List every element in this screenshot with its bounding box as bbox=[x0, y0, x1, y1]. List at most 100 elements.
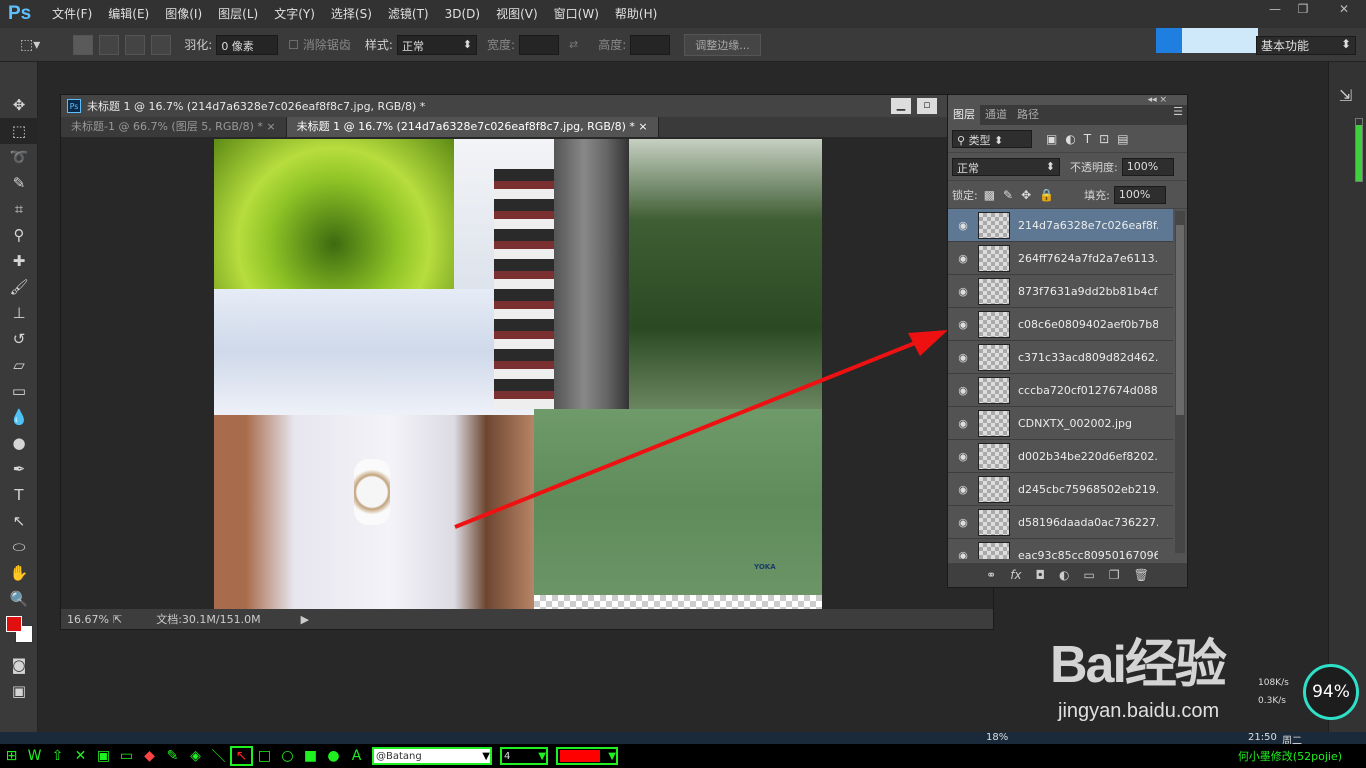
marquee-preset-icon[interactable]: ⬚▾ bbox=[20, 37, 40, 53]
filled-rect-icon[interactable]: ■ bbox=[299, 748, 322, 764]
eyedropper-tool-icon[interactable]: ⚲ bbox=[0, 222, 38, 248]
opacity-input[interactable]: 100% bbox=[1121, 157, 1174, 176]
layer-item[interactable]: ◉ d245cbc75968502eb219... bbox=[948, 473, 1173, 506]
menu-image[interactable]: 图像(I) bbox=[157, 0, 210, 28]
tab-layers[interactable]: 图层 bbox=[948, 105, 980, 125]
brush-tool-icon[interactable]: 🖌 bbox=[0, 274, 38, 300]
export-icon[interactable]: ⇱ bbox=[113, 613, 122, 626]
pencil-icon[interactable]: ✎ bbox=[161, 748, 184, 764]
font-select[interactable]: @Batang ▼ bbox=[372, 747, 492, 765]
eye-icon[interactable]: ◉ bbox=[948, 483, 978, 496]
style-select[interactable]: 正常 ⬍ bbox=[396, 34, 477, 55]
layer-item[interactable]: ◉ cccba720cf0127674d088... bbox=[948, 374, 1173, 407]
folder-icon[interactable]: ▭ bbox=[1084, 568, 1095, 582]
layer-item[interactable]: ◉ 214d7a6328e7c026eaf8f... bbox=[948, 209, 1173, 242]
arrow-icon[interactable]: ↖ bbox=[230, 746, 253, 766]
layer-item[interactable]: ◉ 873f7631a9dd2bb81b4cf... bbox=[948, 275, 1173, 308]
trash-icon[interactable]: 🗑 bbox=[1134, 568, 1149, 582]
word-icon[interactable]: W bbox=[23, 748, 46, 764]
canvas-image[interactable]: YOKA bbox=[214, 139, 822, 611]
menu-filter[interactable]: 滤镜(T) bbox=[380, 0, 437, 28]
line-icon[interactable]: ＼ bbox=[207, 746, 230, 766]
add-selection-icon[interactable] bbox=[99, 34, 120, 55]
open-icon[interactable]: ▭ bbox=[115, 748, 138, 764]
panel-menu-icon[interactable]: ☰ bbox=[1173, 105, 1187, 125]
healing-tool-icon[interactable]: ✚ bbox=[0, 248, 38, 274]
eye-icon[interactable]: ◉ bbox=[948, 384, 978, 397]
path-select-tool-icon[interactable]: ↖ bbox=[0, 508, 38, 534]
close-icon[interactable]: × bbox=[638, 120, 647, 133]
marquee-tool-icon[interactable]: ⬚ bbox=[0, 118, 38, 144]
blur-tool-icon[interactable]: 💧 bbox=[0, 404, 38, 430]
quick-select-tool-icon[interactable]: ✎ bbox=[0, 170, 38, 196]
new-icon[interactable]: ⊞ bbox=[0, 748, 23, 764]
layer-item[interactable]: ◉ c08c6e0809402aef0b7b8... bbox=[948, 308, 1173, 341]
eye-icon[interactable]: ◉ bbox=[948, 417, 978, 430]
crop-tool-icon[interactable]: ⌗ bbox=[0, 196, 38, 222]
swap-icon[interactable]: ⇄ bbox=[569, 38, 578, 51]
eye-icon[interactable]: ◉ bbox=[948, 318, 978, 331]
mask-icon[interactable]: ◘ bbox=[1036, 568, 1046, 582]
gradient-tool-icon[interactable]: ▭ bbox=[0, 378, 38, 404]
text-icon[interactable]: A bbox=[345, 748, 368, 764]
refine-edge-button[interactable]: 调整边缘... bbox=[684, 33, 761, 56]
close-icon[interactable]: ✕ bbox=[69, 748, 92, 764]
tab-document-1[interactable]: 未标题-1 @ 66.7% (图层 5, RGB/8) * × bbox=[61, 117, 287, 137]
eye-icon[interactable]: ◉ bbox=[948, 285, 978, 298]
layer-item[interactable]: ◉ d002b34be220d6ef8202... bbox=[948, 440, 1173, 473]
color-select[interactable]: ▼ bbox=[556, 747, 618, 765]
menu-view[interactable]: 视图(V) bbox=[488, 0, 546, 28]
ellipse-tool-icon[interactable]: ⬭ bbox=[0, 534, 38, 560]
type-tool-icon[interactable]: T bbox=[0, 482, 38, 508]
lasso-tool-icon[interactable]: ➰ bbox=[0, 144, 38, 170]
canvas-area[interactable]: YOKA bbox=[61, 137, 993, 611]
height-input[interactable] bbox=[630, 34, 671, 55]
eraser-tool-icon[interactable]: ▱ bbox=[0, 352, 38, 378]
minimize-icon[interactable]: — bbox=[1262, 0, 1288, 18]
menu-select[interactable]: 选择(S) bbox=[323, 0, 380, 28]
new-selection-icon[interactable] bbox=[73, 34, 94, 55]
eye-icon[interactable]: ◉ bbox=[948, 351, 978, 364]
blend-mode-select[interactable]: 正常 ⬍ bbox=[952, 157, 1060, 176]
history-brush-tool-icon[interactable]: ↺ bbox=[0, 326, 38, 352]
cloud-widget[interactable] bbox=[1156, 28, 1258, 53]
panel-collapse-icon[interactable]: ◂◂ × bbox=[1148, 95, 1167, 105]
layer-item[interactable]: ◉ CDNXTX_002002.jpg bbox=[948, 407, 1173, 440]
close-icon[interactable]: ✕ bbox=[1326, 0, 1362, 18]
menu-window[interactable]: 窗口(W) bbox=[546, 0, 607, 28]
layer-item[interactable]: ◉ eac93c85cc80950167096... bbox=[948, 539, 1173, 559]
zoom-level[interactable]: 16.67% bbox=[67, 613, 113, 626]
filled-ellipse-icon[interactable]: ● bbox=[322, 748, 345, 764]
adjustment-icon[interactable]: ◐ bbox=[1059, 568, 1069, 582]
doc-minimize-icon[interactable]: ▁ bbox=[891, 98, 911, 114]
rectangle-icon[interactable]: □ bbox=[253, 748, 276, 764]
eye-icon[interactable]: ◉ bbox=[948, 516, 978, 529]
pen-tool-icon[interactable]: ✒ bbox=[0, 456, 38, 482]
zoom-tool-icon[interactable]: 🔍 bbox=[0, 586, 38, 612]
menu-type[interactable]: 文字(Y) bbox=[266, 0, 323, 28]
layer-item[interactable]: ◉ 264ff7624a7fd2a7e6113... bbox=[948, 242, 1173, 275]
tab-paths[interactable]: 路径 bbox=[1012, 105, 1044, 125]
new-layer-icon[interactable]: ❐ bbox=[1109, 568, 1120, 582]
foreground-color-swatch[interactable] bbox=[6, 616, 22, 632]
eye-icon[interactable]: ◉ bbox=[948, 252, 978, 265]
layer-item[interactable]: ◉ c371c33acd809d82d462... bbox=[948, 341, 1173, 374]
hand-tool-icon[interactable]: ✋ bbox=[0, 560, 38, 586]
tab-channels[interactable]: 通道 bbox=[980, 105, 1012, 125]
menu-file[interactable]: 文件(F) bbox=[44, 0, 100, 28]
intersect-selection-icon[interactable] bbox=[151, 34, 172, 55]
play-icon[interactable]: ▶ bbox=[301, 613, 309, 626]
screen-mode-icon[interactable]: ▣ bbox=[0, 678, 38, 704]
layer-scrollbar[interactable] bbox=[1175, 211, 1185, 553]
quick-mask-icon[interactable]: ◙ bbox=[0, 652, 38, 678]
save-icon[interactable]: ▣ bbox=[92, 748, 115, 764]
eye-icon[interactable]: ◉ bbox=[948, 450, 978, 463]
workspace-select[interactable]: 基本功能 ⬍ bbox=[1256, 36, 1356, 55]
eye-icon[interactable]: ◉ bbox=[948, 219, 978, 232]
fx-icon[interactable]: fx bbox=[1010, 568, 1021, 582]
layer-item[interactable]: ◉ d58196daada0ac736227... bbox=[948, 506, 1173, 539]
fill-input[interactable]: 100% bbox=[1113, 185, 1166, 204]
dock-tool-icon[interactable]: ⇲ bbox=[1339, 86, 1366, 105]
ellipse-icon[interactable]: ○ bbox=[276, 748, 299, 764]
menu-edit[interactable]: 编辑(E) bbox=[100, 0, 157, 28]
